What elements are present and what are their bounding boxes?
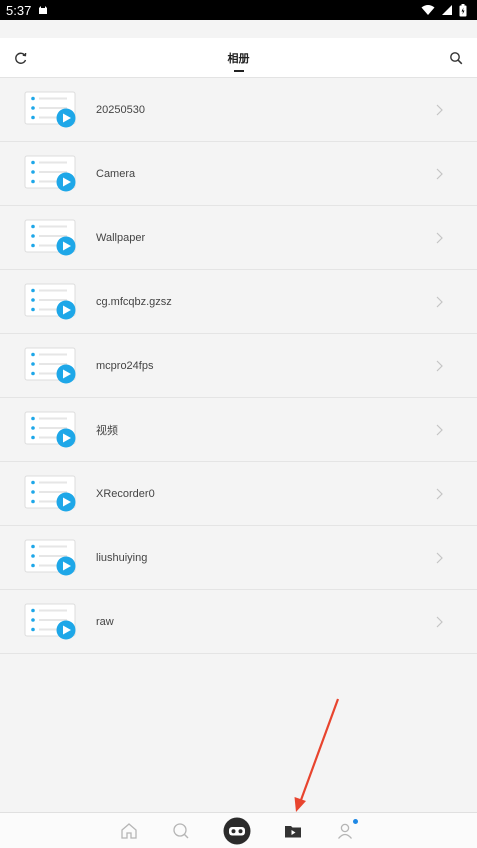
nav-video-folder[interactable] (281, 819, 305, 843)
vr-goggles-icon (223, 817, 251, 845)
cellular-signal-icon (442, 5, 452, 15)
album-row[interactable]: liushuiying (0, 526, 477, 590)
video-album-thumbnail-icon (24, 347, 76, 384)
chevron-right-icon (436, 296, 443, 308)
album-name: cg.mfcqbz.gzsz (96, 295, 172, 308)
status-bar: 5:37 (0, 0, 477, 20)
refresh-icon[interactable] (14, 51, 28, 65)
battery-icon (459, 3, 467, 16)
chevron-right-icon (436, 168, 443, 180)
android-notification-icon (39, 6, 48, 14)
album-row[interactable]: XRecorder0 (0, 462, 477, 526)
video-album-thumbnail-icon (24, 283, 76, 320)
album-name: Wallpaper (96, 231, 146, 244)
album-name: 视频 (96, 424, 118, 437)
video-album-thumbnail-icon (24, 411, 76, 448)
video-folder-icon (285, 826, 301, 838)
chevron-right-icon (436, 616, 443, 628)
video-album-thumbnail-icon (24, 475, 76, 512)
video-album-thumbnail-icon (24, 155, 76, 192)
video-album-thumbnail-icon (24, 219, 76, 256)
album-list: 20250530 Camera Wallpaper cg.mfcqbz.gzsz… (0, 78, 477, 654)
nav-vr[interactable] (223, 817, 251, 845)
search-icon (173, 823, 189, 839)
chevron-right-icon (436, 488, 443, 500)
home-icon (121, 823, 137, 839)
status-time: 5:37 (6, 2, 32, 18)
album-name: mcpro24fps (96, 359, 154, 372)
chevron-right-icon (436, 232, 443, 244)
profile-icon (337, 823, 353, 839)
album-row[interactable]: Wallpaper (0, 206, 477, 270)
notification-dot (353, 819, 358, 824)
wifi-icon (421, 5, 435, 15)
chevron-right-icon (436, 360, 443, 372)
title-underline (233, 69, 244, 72)
chevron-right-icon (436, 104, 443, 116)
album-row[interactable]: cg.mfcqbz.gzsz (0, 270, 477, 334)
album-row[interactable]: Camera (0, 142, 477, 206)
video-album-thumbnail-icon (24, 539, 76, 576)
app-bar: 相册 (0, 38, 477, 78)
chevron-right-icon (436, 424, 443, 436)
page-title: 相册 (228, 50, 250, 72)
video-album-thumbnail-icon (24, 603, 76, 640)
album-name: liushuiying (96, 551, 148, 564)
chevron-right-icon (436, 552, 443, 564)
album-name: raw (96, 615, 114, 628)
nav-home[interactable] (117, 819, 141, 843)
album-row[interactable]: mcpro24fps (0, 334, 477, 398)
bottom-nav (0, 812, 477, 848)
album-name: Camera (96, 167, 136, 180)
album-name: 20250530 (96, 103, 145, 116)
nav-profile[interactable] (333, 819, 358, 843)
album-row[interactable]: 20250530 (0, 78, 477, 142)
nav-search[interactable] (169, 819, 193, 843)
header-spacer (0, 20, 477, 38)
search-icon[interactable] (449, 51, 463, 65)
album-name: XRecorder0 (96, 487, 155, 500)
video-album-thumbnail-icon (24, 91, 76, 128)
album-row[interactable]: 视频 (0, 398, 477, 462)
album-row[interactable]: raw (0, 590, 477, 654)
